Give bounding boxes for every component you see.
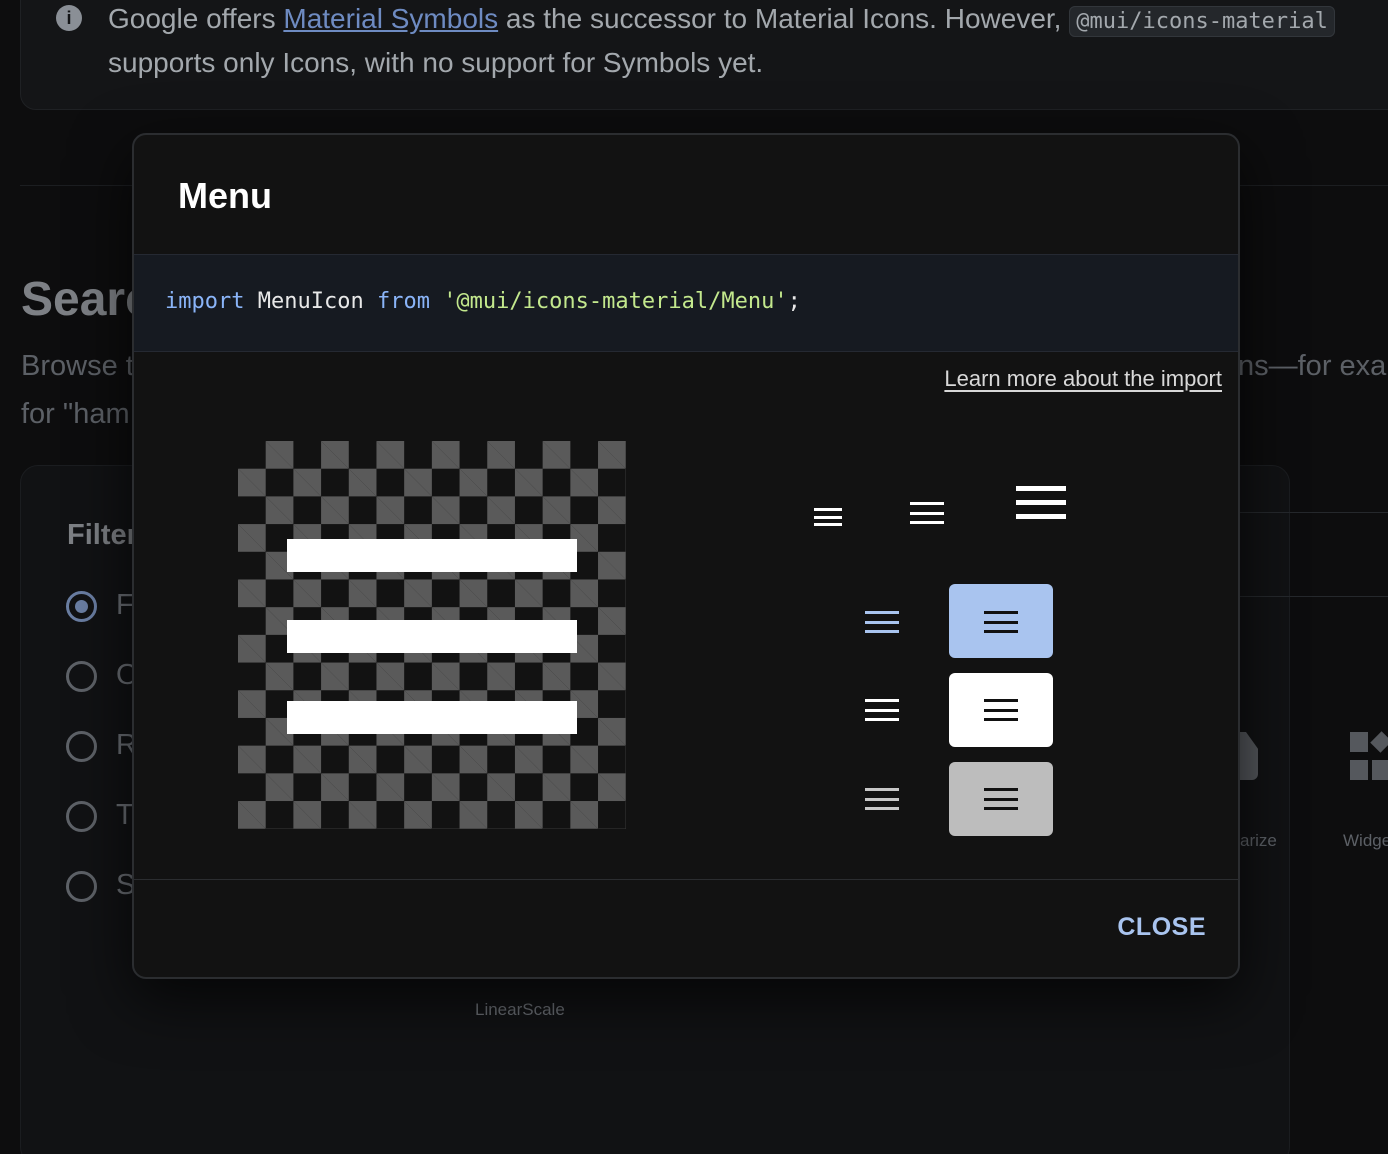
menu-icon bbox=[984, 699, 1018, 721]
import-statement[interactable]: import MenuIcon from '@mui/icons-materia… bbox=[165, 289, 801, 314]
callout-text: as the successor to Material Icons. Howe… bbox=[505, 3, 1062, 34]
menu-icon-small bbox=[814, 508, 842, 526]
dialog-title: Menu bbox=[178, 175, 272, 216]
inline-code: @mui/icons-material bbox=[1069, 6, 1335, 37]
menu-icon-bar bbox=[287, 539, 577, 572]
close-button[interactable]: CLOSE bbox=[1117, 913, 1206, 942]
filter-radio-5[interactable] bbox=[66, 871, 97, 902]
menu-icon-bar bbox=[287, 620, 577, 653]
learn-more-link[interactable]: Learn more about the import bbox=[944, 366, 1222, 392]
icon-label: Widge bbox=[1343, 831, 1388, 850]
widgets-icon[interactable] bbox=[1350, 731, 1388, 782]
menu-icon-large bbox=[1016, 486, 1066, 519]
menu-icon-bar bbox=[287, 701, 577, 734]
menu-icon-tile-default bbox=[949, 673, 1053, 747]
info-callout: i Google offers Material Symbols as the … bbox=[20, 0, 1388, 110]
filter-radio-4[interactable] bbox=[66, 801, 97, 832]
menu-icon-tile-disabled bbox=[949, 762, 1053, 836]
section-description: for "ham bbox=[21, 398, 130, 430]
info-icon: i bbox=[56, 5, 82, 31]
section-description-right: ns—for exam bbox=[1238, 350, 1388, 382]
filter-radio-3[interactable] bbox=[66, 731, 97, 762]
icon-label: arize bbox=[1240, 831, 1277, 850]
material-symbols-link[interactable]: Material Symbols bbox=[283, 3, 498, 34]
search-input[interactable] bbox=[1238, 512, 1388, 597]
import-code-block[interactable]: import MenuIcon from '@mui/icons-materia… bbox=[134, 254, 1238, 352]
filter-radio-2[interactable] bbox=[66, 661, 97, 692]
menu-icon-primary bbox=[865, 611, 899, 633]
filter-title: Filter bbox=[67, 519, 138, 551]
icon-preview-canvas bbox=[238, 441, 626, 829]
callout-text: Google offers bbox=[108, 3, 276, 34]
menu-icon bbox=[984, 611, 1018, 633]
callout-line-1: Google offers Material Symbols as the su… bbox=[108, 3, 1335, 37]
callout-line-2: supports only Icons, with no support for… bbox=[108, 47, 764, 78]
menu-icon-medium bbox=[910, 502, 944, 524]
menu-icon-disabled bbox=[865, 788, 899, 810]
icon-detail-dialog: Menu import MenuIcon from '@mui/icons-ma… bbox=[132, 133, 1240, 979]
section-description: Browse t bbox=[21, 350, 134, 382]
icon-label: LinearScale bbox=[475, 1000, 565, 1019]
dialog-divider bbox=[134, 879, 1238, 880]
filter-radio-1[interactable] bbox=[66, 591, 97, 622]
menu-icon-tile-primary bbox=[949, 584, 1053, 658]
menu-icon-default bbox=[865, 699, 899, 721]
menu-icon bbox=[984, 788, 1018, 810]
